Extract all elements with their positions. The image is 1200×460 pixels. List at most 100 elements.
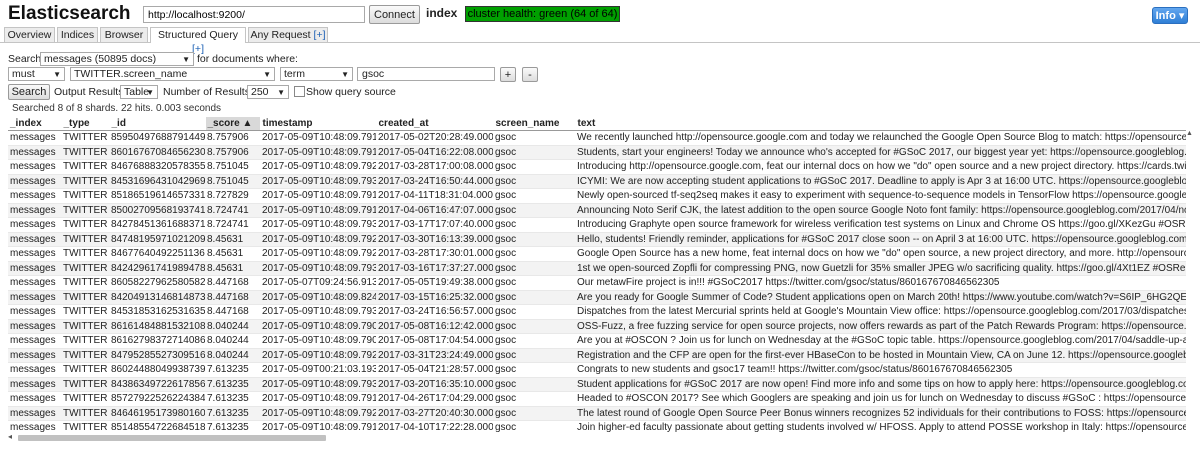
table-row[interactable]: messages TWITTER 860244880499387392 7.61323… — [8, 362, 1192, 378]
connect-button[interactable]: Connect — [369, 5, 420, 24]
table-cell: gsoc — [493, 246, 575, 262]
table-cell: TWITTER — [61, 275, 109, 291]
results-table-container: _index _type _id _score ▲ timestamp created_a… — [8, 117, 1192, 434]
table-cell: 861627983727140865 — [109, 333, 205, 349]
search-stats: Searched 8 of 8 shards. 22 hits. 0.003 s… — [12, 103, 222, 114]
search-label: Search — [8, 53, 42, 65]
vertical-scrollbar[interactable]: ▲ — [1186, 130, 1193, 434]
table-cell: gsoc — [493, 275, 575, 291]
tab-structured-query[interactable]: Structured Query [+] — [150, 27, 246, 55]
column-header[interactable]: _index — [8, 117, 62, 131]
table-row[interactable]: messages TWITTER 846776404922511360 8.45631… — [8, 246, 1192, 262]
remove-clause-button[interactable]: - — [522, 67, 538, 82]
table-row[interactable]: messages TWITTER 861614848815321088 8.04024… — [8, 319, 1192, 334]
index-select-value: messages (50895 docs) — [44, 53, 157, 65]
bool-select[interactable]: must ▼ — [8, 67, 65, 81]
table-cell: TWITTER — [61, 130, 109, 146]
table-cell: messages — [8, 348, 61, 363]
table-cell: 2017-05-09T10:48:09.792Z — [260, 159, 376, 175]
table-cell: 2017-05-04T16:22:08.000Z — [376, 145, 493, 160]
table-cell: 845318531625316352 — [109, 304, 205, 320]
scroll-up-icon[interactable]: ▲ — [1186, 130, 1193, 137]
tab-browser[interactable]: Browser — [100, 27, 148, 42]
horizontal-scrollbar[interactable]: ◂ — [8, 432, 1192, 442]
table-cell: Introducing http://opensource.google.com… — [575, 159, 1192, 175]
column-header[interactable]: created_at — [376, 117, 494, 131]
table-row[interactable]: messages TWITTER 846768883205783552 8.75104… — [8, 159, 1192, 175]
table-cell: TWITTER — [61, 420, 109, 434]
table-cell: TWITTER — [61, 333, 109, 349]
table-cell: 847481959710212096 — [109, 232, 205, 247]
table-cell: 2017-03-30T16:13:39.000Z — [376, 232, 493, 247]
tab-label: Browser — [104, 29, 144, 41]
table-cell: gsoc — [493, 333, 575, 349]
table-cell: TWITTER — [61, 246, 109, 262]
table-cell: messages — [8, 203, 61, 218]
table-cell: gsoc — [493, 130, 575, 146]
tab-any-request[interactable]: Any Request [+] — [248, 27, 328, 42]
table-row[interactable]: messages TWITTER 846461951739801600 7.61323… — [8, 406, 1192, 421]
table-cell: TWITTER — [61, 348, 109, 363]
table-row[interactable]: messages TWITTER 845316964310429697 8.75104… — [8, 174, 1192, 189]
output-format-select[interactable]: Table ▼ — [120, 85, 158, 99]
search-button[interactable]: Search — [8, 84, 50, 100]
column-header[interactable]: _type — [61, 117, 110, 131]
table-cell: We recently launched http://opensource.g… — [575, 130, 1192, 146]
table-cell: Headed to #OSCON 2017? See which Googler… — [575, 391, 1192, 407]
query-value-input[interactable]: gsoc — [357, 67, 495, 81]
table-cell: 2017-05-09T10:48:09.791Z — [260, 145, 376, 160]
table-row[interactable]: messages TWITTER 860167670846562305 8.75790… — [8, 145, 1192, 160]
index-select[interactable]: messages (50895 docs) ▼ — [40, 52, 194, 66]
table-row[interactable]: messages TWITTER 847481959710212096 8.45631… — [8, 232, 1192, 247]
table-row[interactable]: messages TWITTER 859504976887914496 8.75790… — [8, 130, 1192, 146]
table-cell: TWITTER — [61, 391, 109, 407]
table-cell: gsoc — [493, 232, 575, 247]
table-cell: OSS-Fuzz, a free fuzzing service for ope… — [575, 319, 1192, 334]
column-header[interactable]: text — [575, 117, 1192, 131]
table-row[interactable]: messages TWITTER 850027095681937410 8.72474… — [8, 203, 1192, 218]
table-row[interactable]: messages TWITTER 845318531625316352 8.44716… — [8, 304, 1192, 320]
field-select[interactable]: TWITTER.screen_name ▼ — [70, 67, 275, 81]
operator-select[interactable]: term ▼ — [280, 67, 353, 81]
table-cell: ICYMI: We are now accepting student appl… — [575, 174, 1192, 189]
column-header[interactable]: screen_name — [493, 117, 576, 131]
table-row[interactable]: messages TWITTER 851485547226845184 7.61323… — [8, 420, 1192, 434]
table-cell: TWITTER — [61, 145, 109, 160]
dropdown-arrow-icon: ▼ — [53, 70, 61, 79]
add-tab-link[interactable]: [+] — [314, 29, 326, 41]
table-row[interactable]: messages TWITTER 857279225262243840 7.61323… — [8, 391, 1192, 407]
table-cell: 8.757906 — [205, 145, 260, 160]
table-row[interactable]: messages TWITTER 842784513616883712 8.72474… — [8, 217, 1192, 233]
tab-indices[interactable]: Indices — [57, 27, 98, 42]
table-cell: messages — [8, 319, 61, 334]
table-row[interactable]: messages TWITTER 851865196146573312 8.72782… — [8, 188, 1192, 204]
table-cell: 2017-05-09T10:48:09.791Z — [260, 391, 376, 407]
number-of-results-select[interactable]: 250 ▼ — [247, 85, 289, 99]
table-cell: messages — [8, 275, 61, 291]
table-cell: TWITTER — [61, 304, 109, 320]
table-row[interactable]: messages TWITTER 843863497226178564 7.61323… — [8, 377, 1192, 392]
dropdown-arrow-icon: ▼ — [341, 70, 349, 79]
table-cell: 2017-05-09T10:48:09.793Z — [260, 174, 376, 189]
column-header[interactable]: _id — [109, 117, 206, 131]
show-query-source-checkbox[interactable] — [294, 86, 305, 97]
column-header[interactable]: timestamp — [260, 117, 377, 131]
info-menu-button[interactable]: Info ▾ — [1152, 7, 1188, 24]
table-row[interactable]: messages TWITTER 860582279625805825 8.44716… — [8, 275, 1192, 291]
table-row[interactable]: messages TWITTER 842429617419894785 8.45631… — [8, 261, 1192, 276]
horizontal-scroll-thumb[interactable] — [18, 435, 326, 441]
tab-overview[interactable]: Overview — [4, 27, 55, 42]
table-cell: Student applications for #GSoC 2017 are … — [575, 377, 1192, 392]
column-header[interactable]: _score ▲ — [205, 117, 261, 131]
table-row[interactable]: messages TWITTER 861627983727140865 8.04024… — [8, 333, 1192, 349]
table-cell: gsoc — [493, 391, 575, 407]
scroll-left-icon[interactable]: ◂ — [8, 432, 12, 441]
table-row[interactable]: messages TWITTER 847952855273095168 8.04024… — [8, 348, 1192, 363]
table-body: messages TWITTER 859504976887914496 8.75790… — [8, 130, 1192, 434]
table-row[interactable]: messages TWITTER 842049131468148738 8.44716… — [8, 290, 1192, 305]
table-cell: 2017-05-07T09:24:56.913Z — [260, 275, 376, 291]
table-cell: 846776404922511360 — [109, 246, 205, 262]
cluster-url-input[interactable] — [143, 6, 365, 23]
add-clause-button[interactable]: + — [500, 67, 516, 82]
app-title: Elasticsearch — [8, 3, 131, 24]
